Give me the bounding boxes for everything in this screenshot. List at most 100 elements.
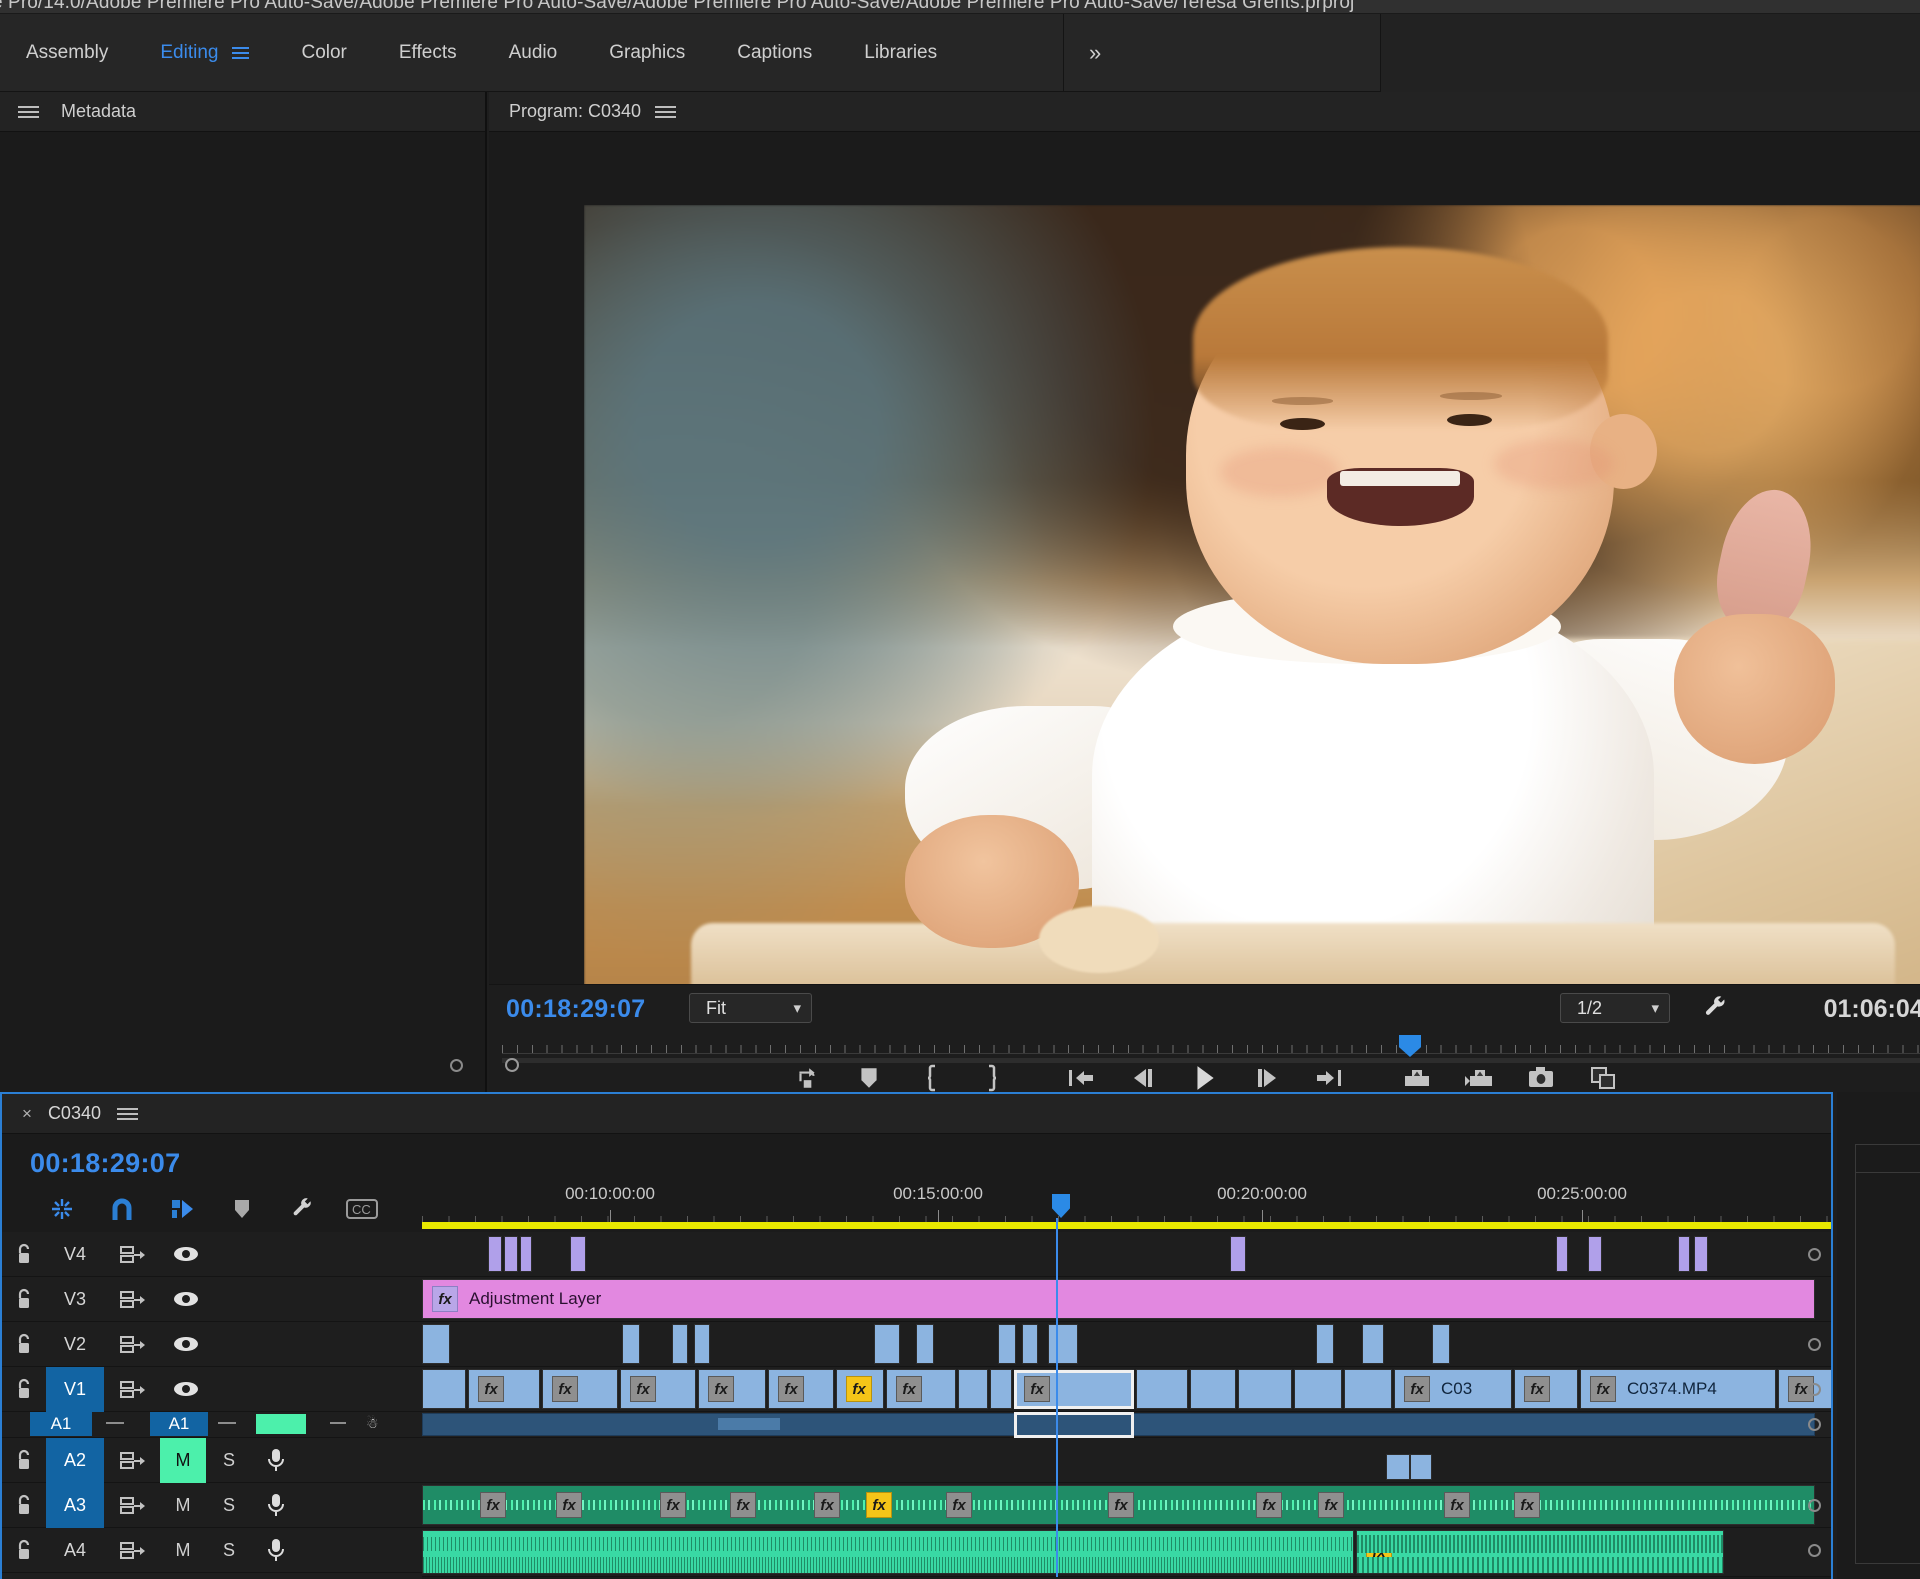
closed-captions-icon[interactable]: CC [332, 1192, 392, 1226]
video-clip[interactable] [990, 1369, 1012, 1409]
transition-clip[interactable] [570, 1236, 586, 1272]
adjustment-layer-clip[interactable]: fx Adjustment Layer [422, 1279, 1815, 1319]
sync-lock-icon[interactable] [104, 1539, 160, 1561]
duration-timecode[interactable]: 01:06:04: [1824, 995, 1920, 1024]
track-solo-button[interactable]: S [206, 1528, 252, 1573]
video-clip[interactable] [1136, 1369, 1188, 1409]
lock-icon[interactable] [2, 1539, 46, 1561]
video-clip[interactable]: fx [836, 1369, 884, 1409]
marker-flag-icon[interactable] [152, 1192, 212, 1226]
track-header-v2[interactable]: V2 [2, 1322, 422, 1367]
audio-clip[interactable] [1386, 1454, 1410, 1480]
track-name-label[interactable]: A2 [46, 1437, 104, 1483]
video-clip[interactable]: fx [1514, 1369, 1578, 1409]
transition-clip[interactable] [520, 1236, 532, 1272]
timeline-time-ruler[interactable]: 00:10:00:00 00:15:00:00 00:20:00:00 00:2… [422, 1134, 1831, 1232]
sync-lock-icon[interactable] [104, 1333, 160, 1355]
video-clip[interactable] [672, 1324, 688, 1364]
hamburger-icon[interactable] [18, 105, 39, 118]
workspace-tab-effects[interactable]: Effects [373, 14, 483, 92]
workspace-tab-libraries[interactable]: Libraries [838, 14, 963, 92]
video-clip[interactable] [1238, 1369, 1292, 1409]
workspace-tab-color[interactable]: Color [275, 14, 372, 92]
video-clip[interactable]: fx [886, 1369, 956, 1409]
track-name-label[interactable]: V3 [46, 1277, 104, 1322]
video-clip[interactable]: fx [620, 1369, 696, 1409]
track-row-a1[interactable] [422, 1412, 1831, 1438]
video-clip[interactable] [622, 1324, 640, 1364]
track-mute-button[interactable]: M [160, 1528, 206, 1573]
transition-clip[interactable] [504, 1236, 518, 1272]
timeline-settings-wrench-icon[interactable] [272, 1192, 332, 1226]
transition-clip[interactable] [1694, 1236, 1708, 1272]
voiceover-icon[interactable] [252, 1538, 300, 1562]
track-header-v4[interactable]: V4 [2, 1232, 422, 1277]
track-row-v3[interactable]: fx Adjustment Layer [422, 1277, 1831, 1322]
current-timecode[interactable]: 00:18:29:07 [506, 995, 646, 1024]
track-mute-button[interactable]: M [160, 1483, 206, 1528]
video-clip[interactable]: fx [768, 1369, 834, 1409]
program-monitor-video-frame[interactable] [584, 205, 1920, 1040]
voiceover-icon[interactable] [252, 1448, 300, 1472]
sync-lock-icon[interactable] [104, 1243, 160, 1265]
track-resize-dot[interactable] [1808, 1383, 1821, 1396]
video-clip[interactable] [1344, 1369, 1392, 1409]
lock-icon[interactable] [2, 1378, 46, 1400]
track-mute-a1-button[interactable] [256, 1414, 306, 1434]
track-resize-dot[interactable] [1808, 1338, 1821, 1351]
lock-icon[interactable] [2, 1494, 46, 1516]
track-name-label[interactable]: V2 [46, 1322, 104, 1367]
audio-clip[interactable] [422, 1413, 1815, 1436]
track-resize-dot[interactable] [1808, 1544, 1821, 1557]
track-header-a3[interactable]: A3 M S [2, 1482, 422, 1528]
transition-clip[interactable] [1556, 1236, 1568, 1272]
video-clip[interactable] [998, 1324, 1016, 1364]
lock-icon[interactable] [2, 1449, 46, 1471]
video-clip[interactable] [916, 1324, 934, 1364]
transition-clip[interactable] [488, 1236, 502, 1272]
track-header-a4[interactable]: A4 M S [2, 1528, 422, 1573]
track-header-v1[interactable]: V1 [2, 1366, 422, 1412]
transition-clip[interactable] [1588, 1236, 1602, 1272]
track-resize-dot[interactable] [1808, 1418, 1821, 1431]
sync-lock-icon[interactable] [104, 1378, 160, 1400]
track-header-a1[interactable]: A1 A1 ☃ [2, 1412, 422, 1438]
track-solo-button[interactable]: S [206, 1438, 252, 1483]
linked-selection-icon[interactable] [32, 1192, 92, 1226]
sync-lock-icon[interactable] [104, 1449, 160, 1471]
video-clip[interactable]: fx [542, 1369, 618, 1409]
video-clip[interactable]: fx [468, 1369, 540, 1409]
wrench-icon[interactable] [1702, 995, 1728, 1026]
transition-clip[interactable] [1230, 1236, 1246, 1272]
transition-clip[interactable] [1678, 1236, 1690, 1272]
lock-icon[interactable] [2, 1288, 46, 1310]
video-clip[interactable] [1362, 1324, 1384, 1364]
track-row-v1[interactable]: fx fx fx fx fx fx fx fx fx C03 fx fx C03… [422, 1367, 1831, 1412]
track-mute-button[interactable]: M [160, 1437, 206, 1483]
track-name-label[interactable]: A1 [150, 1412, 208, 1436]
timeline-playhead-timecode[interactable]: 00:18:29:07 [30, 1148, 180, 1179]
video-clip[interactable] [958, 1369, 988, 1409]
workspace-tab-graphics[interactable]: Graphics [583, 14, 711, 92]
hamburger-icon[interactable] [116, 1107, 138, 1120]
track-name-label[interactable]: A4 [46, 1528, 104, 1573]
track-row-a3[interactable]: fx fx fx fx fx fx fx fx fx fx fx fx [422, 1483, 1831, 1528]
track-name-label[interactable]: A3 [46, 1482, 104, 1528]
video-clip[interactable] [874, 1324, 900, 1364]
track-resize-dot[interactable] [1808, 1248, 1821, 1261]
video-clip[interactable] [1190, 1369, 1236, 1409]
workspace-tab-captions[interactable]: Captions [711, 14, 838, 92]
snap-magnet-icon[interactable] [92, 1192, 152, 1226]
track-solo-button[interactable]: S [206, 1483, 252, 1528]
hamburger-icon[interactable] [655, 105, 677, 118]
video-clip[interactable]: fx C0374.MP4 [1580, 1369, 1776, 1409]
track-header-a2[interactable]: A2 M S [2, 1437, 422, 1483]
track-header-v3[interactable]: V3 [2, 1277, 422, 1322]
track-row-v4[interactable] [422, 1232, 1831, 1277]
audio-clip[interactable]: fx [1356, 1530, 1724, 1574]
track-visibility-eye-icon[interactable] [160, 1290, 212, 1308]
track-name-label-a1-left[interactable]: A1 [30, 1412, 92, 1436]
video-clip[interactable]: fx C03 [1394, 1369, 1512, 1409]
track-resize-dot[interactable] [1808, 1499, 1821, 1512]
video-clip[interactable] [422, 1324, 450, 1364]
